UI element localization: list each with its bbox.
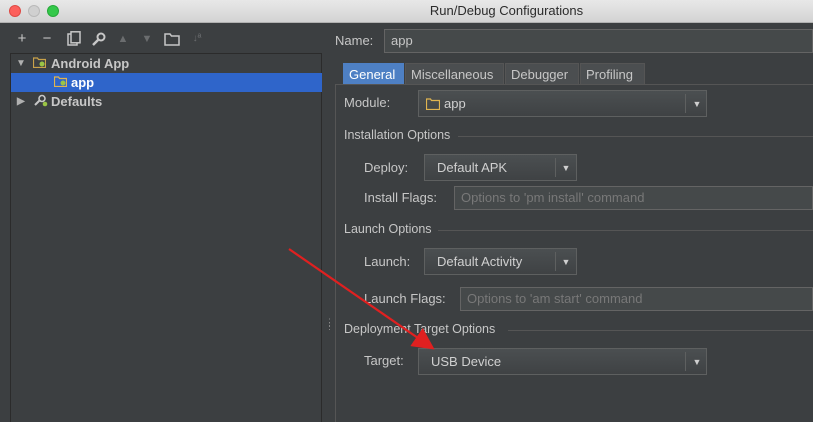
module-value: app: [444, 96, 466, 111]
deploy-value: Default APK: [437, 160, 508, 175]
remove-icon[interactable]: −: [37, 28, 57, 50]
configuration-tree: ▼ Android App app ▶ Defaults: [10, 53, 322, 422]
combo-divider: [685, 94, 686, 113]
module-folder-icon: [426, 98, 440, 110]
module-label: Module:: [344, 95, 391, 110]
target-select[interactable]: USB Device ▼: [418, 348, 707, 375]
launch-label: Launch:: [364, 254, 411, 269]
tree-item-app[interactable]: app: [11, 73, 322, 92]
collapsed-arrow-icon[interactable]: ▶: [17, 92, 25, 111]
tree-item-android-app[interactable]: ▼ Android App: [11, 54, 322, 73]
launch-value: Default Activity: [437, 254, 523, 269]
name-input[interactable]: app: [384, 29, 813, 53]
wrench-icon[interactable]: [89, 28, 109, 50]
chevron-down-icon[interactable]: ▼: [687, 91, 707, 117]
splitter-handle[interactable]: ⋮ ⋮: [325, 318, 334, 331]
expanded-arrow-icon[interactable]: ▼: [16, 54, 26, 73]
move-up-icon[interactable]: ▲: [113, 28, 133, 50]
tab-general[interactable]: General: [343, 63, 404, 84]
target-value: USB Device: [431, 354, 502, 369]
chevron-down-icon[interactable]: ▼: [687, 349, 707, 375]
launch-options-header: Launch Options: [344, 222, 432, 236]
installation-options-header: Installation Options: [344, 128, 451, 142]
tree-item-label: Defaults: [51, 94, 103, 109]
folder-icon[interactable]: [162, 28, 182, 50]
deploy-label: Deploy:: [364, 160, 409, 175]
deploy-select[interactable]: Default APK ▼: [424, 154, 577, 181]
defaults-wrench-icon: [34, 94, 48, 107]
launch-select[interactable]: Default Activity ▼: [424, 248, 577, 275]
window-title: Run/Debug Configurations: [429, 3, 584, 18]
tab-profiling[interactable]: Profiling: [580, 63, 645, 84]
combo-divider: [685, 352, 686, 371]
add-icon[interactable]: +: [12, 28, 32, 50]
tab-miscellaneous[interactable]: Miscellaneous: [405, 63, 504, 84]
android-folder-icon: [33, 57, 46, 68]
section-divider: [458, 136, 813, 137]
chevron-down-icon[interactable]: ▼: [556, 155, 576, 181]
android-app-icon: [54, 76, 67, 87]
tree-item-label: Android App: [51, 56, 130, 71]
install-flags-label: Install Flags:: [364, 190, 437, 205]
tree-item-label: app: [71, 75, 95, 90]
section-divider: [508, 330, 813, 331]
launch-flags-label: Launch Flags:: [364, 291, 446, 306]
tab-debugger[interactable]: Debugger: [505, 63, 579, 84]
chevron-down-icon[interactable]: ▼: [556, 249, 576, 275]
tree-item-defaults[interactable]: ▶ Defaults: [11, 92, 322, 111]
title-bar: Run/Debug Configurations: [0, 0, 813, 23]
install-flags-input[interactable]: Options to 'pm install' command: [454, 186, 813, 210]
module-select[interactable]: app ▼: [418, 90, 707, 117]
launch-flags-input[interactable]: Options to 'am start' command: [460, 287, 813, 311]
deployment-target-header: Deployment Target Options: [344, 322, 496, 336]
move-down-icon[interactable]: ▼: [137, 28, 157, 50]
sort-icon[interactable]: ↓ª: [187, 28, 207, 50]
target-label: Target:: [364, 353, 404, 368]
copy-icon[interactable]: [64, 28, 84, 50]
section-divider: [438, 230, 813, 231]
name-label: Name:: [335, 33, 374, 48]
